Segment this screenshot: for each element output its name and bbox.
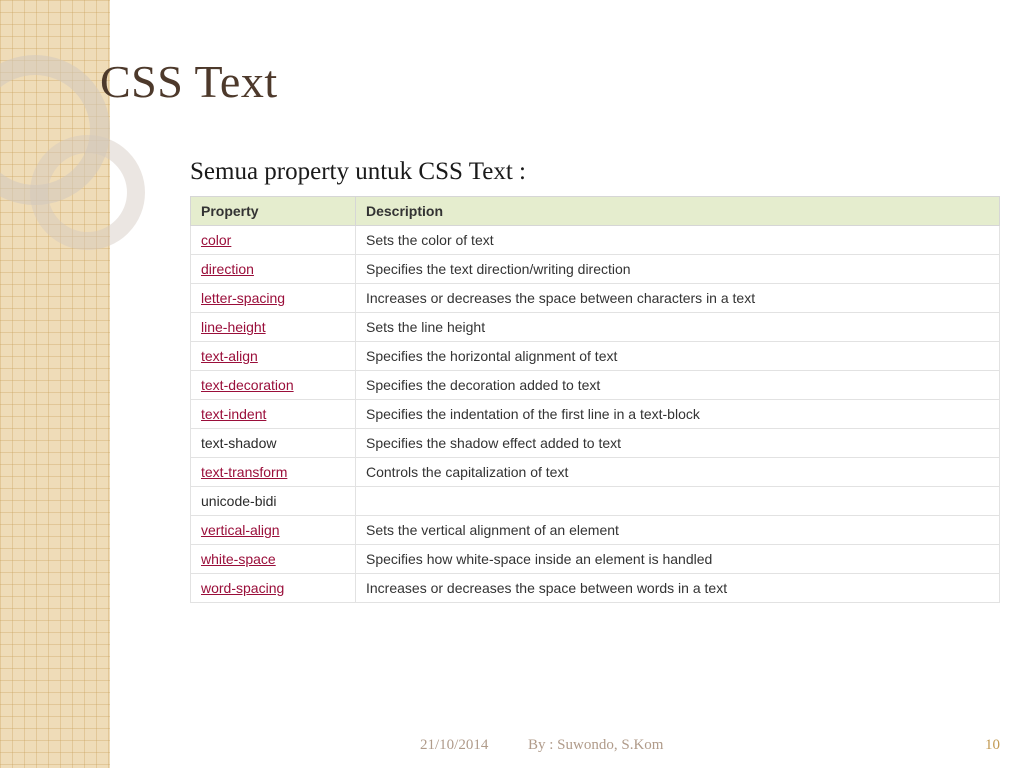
table-row: text-transform Controls the capitalizatio… bbox=[191, 458, 1000, 487]
property-link[interactable]: white-space bbox=[201, 551, 276, 567]
table-row: text-decoration Specifies the decoration … bbox=[191, 371, 1000, 400]
property-cell: text-decoration bbox=[191, 371, 356, 400]
property-link[interactable]: text-decoration bbox=[201, 377, 294, 393]
slide-title: CSS Text bbox=[100, 55, 1000, 108]
description-cell: Sets the line height bbox=[356, 313, 1000, 342]
property-link[interactable]: word-spacing bbox=[201, 580, 284, 596]
footer-author: By : Suwondo, S.Kom bbox=[528, 737, 663, 754]
description-cell: Sets the color of text bbox=[356, 226, 1000, 255]
description-cell: Specifies the decoration added to text bbox=[356, 371, 1000, 400]
description-cell: Sets the vertical alignment of an elemen… bbox=[356, 516, 1000, 545]
description-cell: Specifies the indentation of the first l… bbox=[356, 400, 1000, 429]
description-cell: Specifies the horizontal alignment of te… bbox=[356, 342, 1000, 371]
footer-page-number: 10 bbox=[985, 737, 1000, 754]
slide-subtitle: Semua property untuk CSS Text : bbox=[190, 158, 1000, 186]
description-cell: Increases or decreases the space between… bbox=[356, 284, 1000, 313]
table-row: color Sets the color of text bbox=[191, 226, 1000, 255]
description-cell: Specifies how white-space inside an elem… bbox=[356, 545, 1000, 574]
property-cell: text-shadow bbox=[191, 429, 356, 458]
property-cell: letter-spacing bbox=[191, 284, 356, 313]
table-row: line-height Sets the line height bbox=[191, 313, 1000, 342]
description-cell: Increases or decreases the space between… bbox=[356, 574, 1000, 603]
property-cell: text-indent bbox=[191, 400, 356, 429]
property-cell: text-align bbox=[191, 342, 356, 371]
table-row: letter-spacing Increases or decreases the… bbox=[191, 284, 1000, 313]
property-cell: line-height bbox=[191, 313, 356, 342]
property-cell: vertical-align bbox=[191, 516, 356, 545]
property-cell: unicode-bidi bbox=[191, 487, 356, 516]
description-cell: Specifies the shadow effect added to tex… bbox=[356, 429, 1000, 458]
property-link[interactable]: letter-spacing bbox=[201, 290, 285, 306]
property-link[interactable]: line-height bbox=[201, 319, 266, 335]
property-cell: color bbox=[191, 226, 356, 255]
property-link[interactable]: text-align bbox=[201, 348, 258, 364]
table-row: text-shadow Specifies the shadow effect a… bbox=[191, 429, 1000, 458]
property-link[interactable]: vertical-align bbox=[201, 522, 280, 538]
property-link[interactable]: direction bbox=[201, 261, 254, 277]
property-cell: white-space bbox=[191, 545, 356, 574]
properties-table: Property Description color Sets the color… bbox=[190, 196, 1000, 603]
property-text: text-shadow bbox=[201, 435, 276, 451]
table-header-row: Property Description bbox=[191, 197, 1000, 226]
table-row: unicode-bidi bbox=[191, 487, 1000, 516]
table-row: text-indent Specifies the indentation of … bbox=[191, 400, 1000, 429]
footer-date: 21/10/2014 bbox=[420, 737, 488, 754]
table-row: vertical-align Sets the vertical alignmen… bbox=[191, 516, 1000, 545]
column-header-description: Description bbox=[356, 197, 1000, 226]
property-link[interactable]: text-transform bbox=[201, 464, 287, 480]
property-text: unicode-bidi bbox=[201, 493, 277, 509]
description-cell: Controls the capitalization of text bbox=[356, 458, 1000, 487]
property-cell: word-spacing bbox=[191, 574, 356, 603]
property-cell: direction bbox=[191, 255, 356, 284]
table-row: text-align Specifies the horizontal align… bbox=[191, 342, 1000, 371]
table-row: word-spacing Increases or decreases the s… bbox=[191, 574, 1000, 603]
property-link[interactable]: color bbox=[201, 232, 231, 248]
description-cell bbox=[356, 487, 1000, 516]
property-link[interactable]: text-indent bbox=[201, 406, 266, 422]
property-cell: text-transform bbox=[191, 458, 356, 487]
description-cell: Specifies the text direction/writing dir… bbox=[356, 255, 1000, 284]
table-row: direction Specifies the text direction/wr… bbox=[191, 255, 1000, 284]
column-header-property: Property bbox=[191, 197, 356, 226]
table-row: white-space Specifies how white-space ins… bbox=[191, 545, 1000, 574]
